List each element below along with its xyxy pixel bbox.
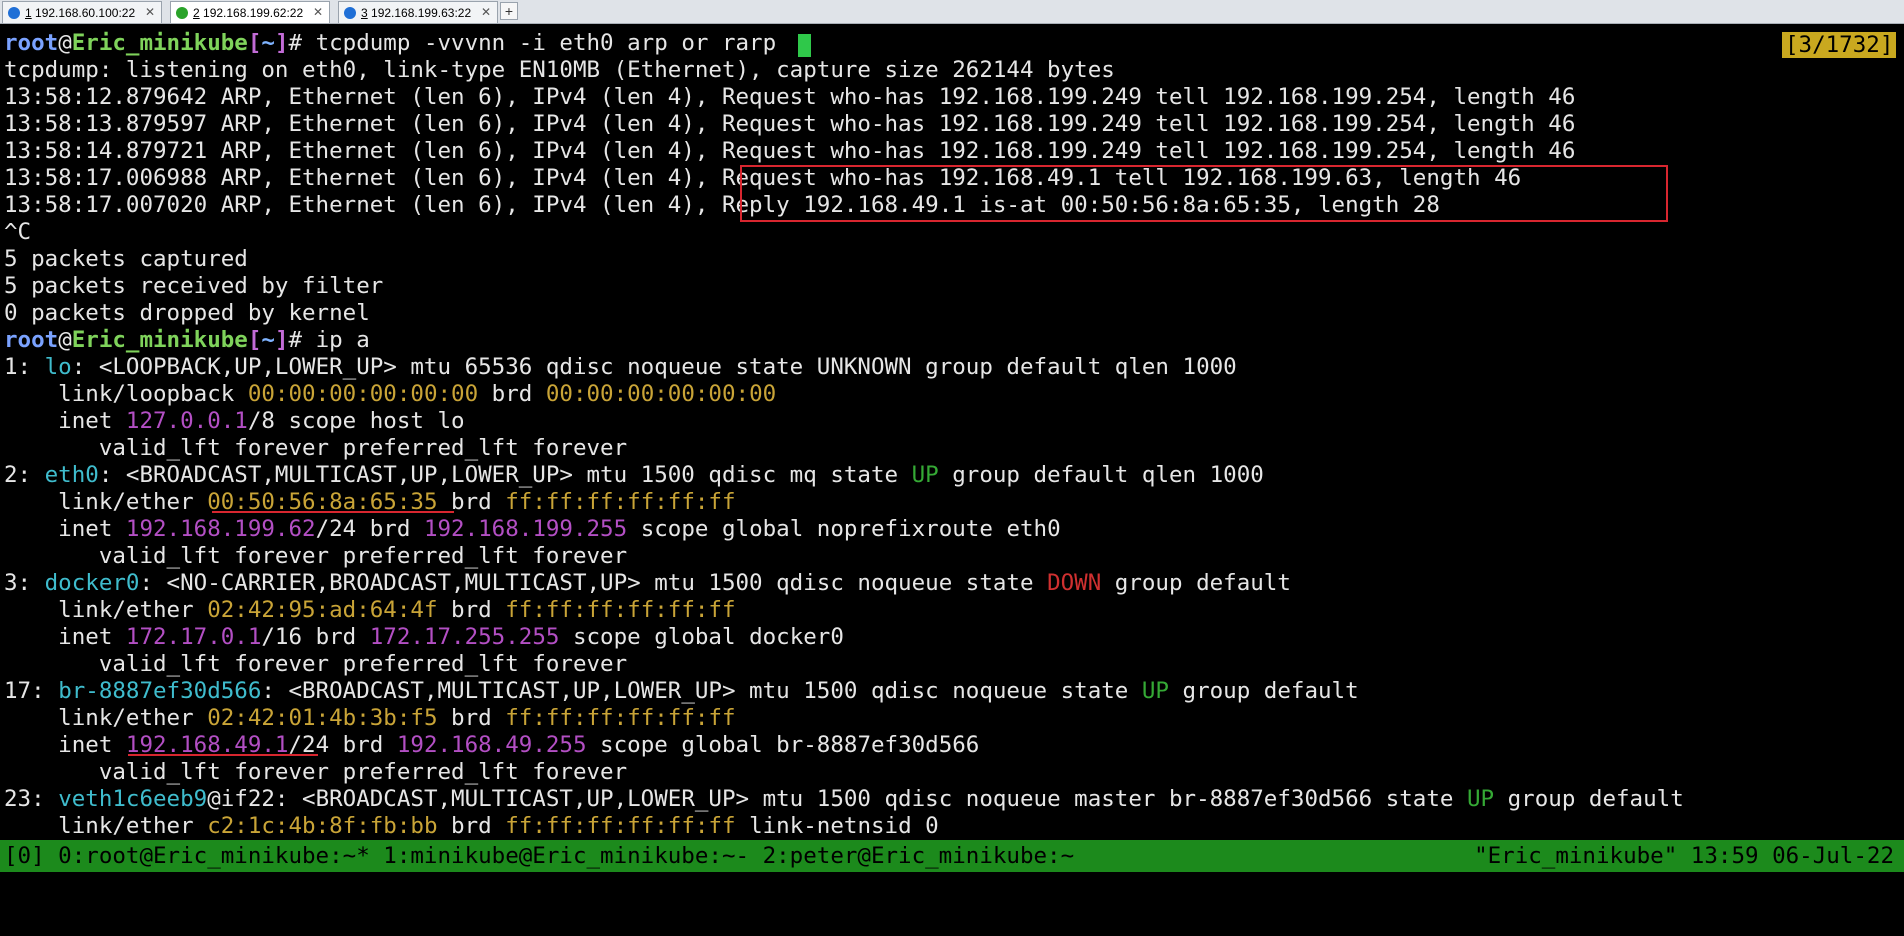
valid-line: valid_lft forever preferred_lft forever (4, 435, 628, 461)
iface-line: 2: eth0: <BROADCAST,MULTICAST,UP,LOWER_U… (4, 462, 1264, 488)
mac-underline (212, 511, 454, 513)
prompt-cwd: ~ (261, 30, 275, 56)
tab-label: 192.168.199.62:22 (203, 5, 304, 20)
inet-line: inet 192.168.199.62/24 brd 192.168.199.2… (4, 516, 1061, 542)
prompt-user: root (4, 30, 59, 56)
tab-session-1[interactable]: 1 192.168.60.100:22 ✕ (2, 1, 162, 23)
link-line: link/ether c2:1c:4b:8f:fb:bb brd ff:ff:f… (4, 813, 939, 836)
output-line: 5 packets received by filter (4, 273, 384, 299)
valid-line: valid_lft forever preferred_lft forever (4, 543, 628, 569)
info-icon (8, 6, 20, 19)
tab-label: 192.168.199.63:22 (371, 5, 472, 20)
tab-label: 192.168.60.100:22 (35, 5, 136, 20)
window-list[interactable]: [0] 0:root@Eric_minikube:~* 1:minikube@E… (4, 840, 1074, 872)
iface-line: 23: veth1c6eeb9@if22: <BROADCAST,MULTICA… (4, 786, 1684, 812)
packet-line: 13:58:14.879721 ARP, Ethernet (len 6), I… (4, 138, 1576, 164)
plus-icon: + (504, 3, 514, 19)
iface-line: 17: br-8887ef30d566: <BROADCAST,MULTICAS… (4, 678, 1359, 704)
iface-line: 1: lo: <LOOPBACK,UP,LOWER_UP> mtu 65536 … (4, 354, 1237, 380)
close-icon[interactable]: ✕ (313, 5, 323, 19)
highlight-box (740, 165, 1668, 222)
tab-session-3[interactable]: 3 192.168.199.63:22 ✕ (338, 1, 498, 23)
output-line: tcpdump: listening on eth0, link-type EN… (4, 57, 1115, 83)
iface-line: 3: docker0: <NO-CARRIER,BROADCAST,MULTIC… (4, 570, 1291, 596)
output-line: 5 packets captured (4, 246, 248, 272)
link-line: link/ether 02:42:01:4b:3b:f5 brd ff:ff:f… (4, 705, 736, 731)
connected-icon (176, 6, 188, 19)
tab-session-2[interactable]: 2 192.168.199.62:22 ✕ (170, 1, 330, 23)
tab-index: 1 (25, 5, 32, 20)
command-text: tcpdump -vvvnn -i eth0 arp or rarp (315, 30, 777, 56)
output-line: 0 packets dropped by kernel (4, 300, 370, 326)
scroll-position-badge: [3/1732] (1782, 32, 1897, 58)
info-icon (344, 6, 356, 19)
new-tab-button[interactable]: + (500, 2, 518, 20)
ip-underline (128, 754, 318, 756)
prompt-line: root@Eric_minikube[~]# ip a (4, 327, 370, 353)
valid-line: valid_lft forever preferred_lft forever (4, 759, 628, 785)
inet-line: inet 127.0.0.1/8 scope host lo (4, 408, 465, 434)
output-line: ^C (4, 219, 32, 245)
prompt-line: root@Eric_minikube[~]# tcpdump -vvvnn -i… (4, 30, 777, 56)
prompt-host: Eric_minikube (71, 30, 248, 56)
close-icon[interactable]: ✕ (481, 5, 491, 19)
inet-line: inet 172.17.0.1/16 brd 172.17.255.255 sc… (4, 624, 844, 650)
status-clock: "Eric_minikube" 13:59 06-Jul-22 (1474, 843, 1894, 869)
link-line: link/loopback 00:00:00:00:00:00 brd 00:0… (4, 381, 777, 407)
terminal-cursor (798, 34, 811, 57)
tab-index: 2 (193, 5, 200, 20)
command-text: ip a (315, 327, 370, 353)
packet-line: 13:58:12.879642 ARP, Ethernet (len 6), I… (4, 84, 1576, 110)
link-line: link/ether 02:42:95:ad:64:4f brd ff:ff:f… (4, 597, 736, 623)
packet-line: 13:58:13.879597 ARP, Ethernet (len 6), I… (4, 111, 1576, 137)
session-tab-bar: 1 192.168.60.100:22 ✕ 2 192.168.199.62:2… (0, 0, 1904, 24)
close-icon[interactable]: ✕ (145, 5, 155, 19)
valid-line: valid_lft forever preferred_lft forever (4, 651, 628, 677)
terminal-output[interactable]: root@Eric_minikube[~]# tcpdump -vvvnn -i… (0, 30, 1904, 836)
tmux-status-bar: [0] 0:root@Eric_minikube:~* 1:minikube@E… (0, 840, 1904, 872)
tab-index: 3 (361, 5, 368, 20)
